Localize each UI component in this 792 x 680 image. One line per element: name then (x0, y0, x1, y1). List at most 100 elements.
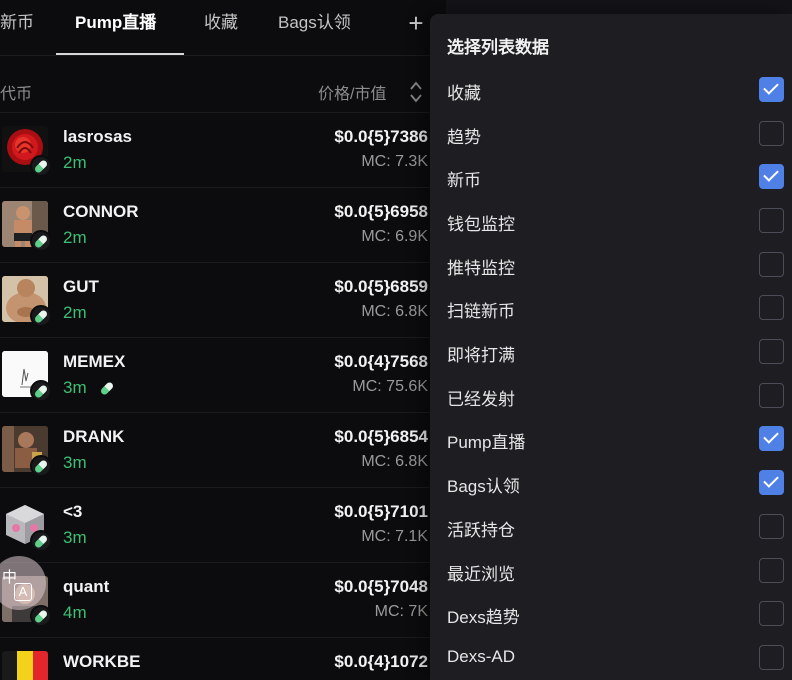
option-new-coins[interactable]: 新币 (430, 157, 792, 197)
option-active-holdings[interactable]: 活跃持仓 (430, 507, 792, 547)
token-market-cap: MC: 7K (374, 603, 428, 620)
checkbox[interactable] (759, 164, 784, 189)
option-twitter-monitor[interactable]: 推特监控 (430, 245, 792, 285)
tab-bar: 新币 Pump直播 收藏 Bags认领 + (0, 0, 430, 56)
token-row[interactable]: MEMEX 3m $0.0{4}7568 MC: 75.6K (0, 337, 430, 412)
option-label: 即将打满 (447, 346, 515, 365)
pill-badge-icon (30, 305, 52, 327)
token-age: 3m (63, 378, 87, 397)
checkmark-icon (763, 166, 779, 182)
checkbox[interactable] (759, 470, 784, 495)
pill-badge-icon (30, 155, 52, 177)
token-market-cap: MC: 6.9K (361, 228, 428, 245)
token-avatar (2, 651, 48, 680)
checkbox[interactable] (759, 601, 784, 626)
token-age: 3m (63, 528, 87, 547)
token-price: $0.0{5}7386 (334, 127, 428, 146)
option-label: 钱包监控 (447, 215, 515, 234)
tab-favorites[interactable]: 收藏 (204, 11, 238, 35)
token-name: GUT (63, 277, 99, 296)
language-label-a: A (14, 583, 32, 601)
token-row[interactable]: CONNOR 2m $0.0{5}6958 MC: 6.9K (0, 187, 430, 262)
token-age: 2m (63, 153, 87, 172)
token-name: quant (63, 577, 110, 596)
token-name: CONNOR (63, 202, 139, 221)
price-column-header[interactable]: 价格/市值 (318, 80, 386, 104)
token-price: $0.0{4}1072 (334, 652, 428, 671)
option-label: Dexs-AD (447, 647, 516, 666)
token-price: $0.0{5}6854 (334, 427, 428, 446)
add-tab-button[interactable]: + (404, 9, 428, 37)
flag-image (2, 651, 48, 680)
option-chain-scan[interactable]: 扫链新币 (430, 288, 792, 328)
panel-title: 选择列表数据 (447, 38, 549, 57)
token-name: WORKBE (63, 652, 141, 671)
option-label: 最近浏览 (447, 565, 515, 584)
token-row[interactable]: quant 4m $0.0{5}7048 MC: 7K (0, 562, 430, 637)
token-row[interactable]: WORKBE $0.0{4}1072 (0, 637, 430, 680)
checkbox[interactable] (759, 645, 784, 670)
checkbox[interactable] (759, 383, 784, 408)
token-name: <3 (63, 502, 83, 521)
option-label: 趋势 (447, 128, 481, 147)
checkbox[interactable] (759, 295, 784, 320)
pill-badge-icon (30, 230, 52, 252)
token-row[interactable]: GUT 2m $0.0{5}6859 MC: 6.8K (0, 262, 430, 337)
pill-badge-icon (30, 455, 52, 477)
token-age: 4m (63, 603, 87, 622)
token-price: $0.0{5}6958 (334, 202, 428, 221)
option-wallet-monitor[interactable]: 钱包监控 (430, 201, 792, 241)
background-strip (446, 0, 792, 14)
option-bags-claim[interactable]: Bags认领 (430, 463, 792, 503)
checkbox[interactable] (759, 121, 784, 146)
option-label: 新币 (447, 171, 481, 190)
sort-icon[interactable] (408, 79, 424, 105)
option-label: 已经发射 (447, 390, 515, 409)
checkbox[interactable] (759, 77, 784, 102)
option-label: Dexs趋势 (447, 608, 520, 627)
tab-pump-live[interactable]: Pump直播 (75, 11, 156, 35)
token-market-cap: MC: 6.8K (361, 453, 428, 470)
pill-icon (99, 381, 115, 396)
option-label: Pump直播 (447, 433, 526, 452)
option-dexs-trending[interactable]: Dexs趋势 (430, 594, 792, 634)
active-tab-indicator (56, 53, 184, 55)
option-pump-live[interactable]: Pump直播 (430, 419, 792, 459)
checkmark-icon (763, 428, 779, 444)
option-about-to-fill[interactable]: 即将打满 (430, 332, 792, 372)
checkmark-icon (763, 79, 779, 95)
token-column-header: 代币 (0, 86, 33, 103)
option-label: 活跃持仓 (447, 521, 515, 540)
pill-badge-icon (30, 605, 52, 627)
checkbox[interactable] (759, 558, 784, 583)
checkbox[interactable] (759, 426, 784, 451)
option-trending[interactable]: 趋势 (430, 114, 792, 154)
app-window: 新币 Pump直播 收藏 Bags认领 + 代币 价格/市值 lasrosas … (0, 0, 792, 680)
pill-badge-icon (30, 530, 52, 552)
token-market-cap: MC: 7.3K (361, 153, 428, 170)
token-age: 3m (63, 453, 87, 472)
token-row[interactable]: DRANK 3m $0.0{5}6854 MC: 6.8K (0, 412, 430, 487)
checkmark-icon (763, 472, 779, 488)
token-name: MEMEX (63, 352, 126, 371)
token-price: $0.0{5}7048 (334, 577, 428, 596)
option-favorites[interactable]: 收藏 (430, 70, 792, 110)
token-row[interactable]: <3 3m $0.0{5}7101 MC: 7.1K (0, 487, 430, 562)
token-name: DRANK (63, 427, 125, 446)
token-row[interactable]: lasrosas 2m $0.0{5}7386 MC: 7.3K (0, 112, 430, 187)
token-age: 2m (63, 228, 87, 247)
checkbox[interactable] (759, 514, 784, 539)
checkbox[interactable] (759, 208, 784, 233)
token-price: $0.0{4}7568 (334, 352, 428, 371)
option-recently-viewed[interactable]: 最近浏览 (430, 551, 792, 591)
token-price: $0.0{5}7101 (334, 502, 428, 521)
tab-bags-claim[interactable]: Bags认领 (278, 11, 351, 35)
tab-new-coins[interactable]: 新币 (0, 11, 34, 35)
option-label: 扫链新币 (447, 302, 515, 321)
token-price: $0.0{5}6859 (334, 277, 428, 296)
option-dexs-ad[interactable]: Dexs-AD (430, 638, 792, 678)
option-label: Bags认领 (447, 477, 520, 496)
checkbox[interactable] (759, 339, 784, 364)
option-launched[interactable]: 已经发射 (430, 376, 792, 416)
checkbox[interactable] (759, 252, 784, 277)
